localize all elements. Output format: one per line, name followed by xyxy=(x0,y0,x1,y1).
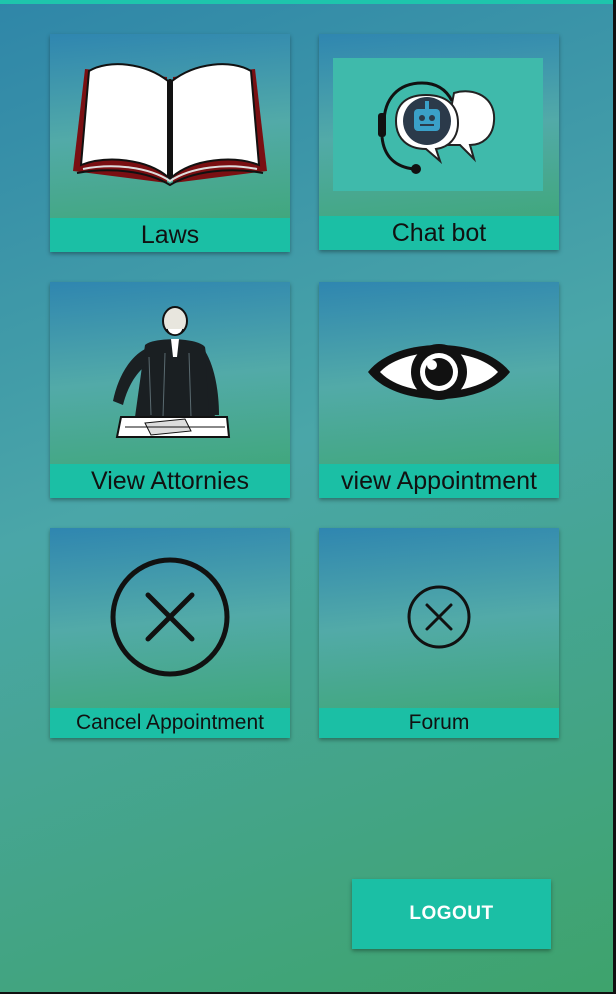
laws-label: Laws xyxy=(50,218,290,252)
cancel-appointment-label: Cancel Appointment xyxy=(50,708,290,738)
forum-label: Forum xyxy=(319,708,559,738)
chatbot-tile[interactable]: Chat bot xyxy=(319,34,559,250)
chatbot-label: Chat bot xyxy=(319,216,559,250)
view-appointment-label: view Appointment xyxy=(319,464,559,498)
book-icon xyxy=(50,34,290,214)
chatbot-icon xyxy=(319,34,559,214)
cancel-icon xyxy=(50,528,290,706)
attorneys-label: View Attornies xyxy=(50,464,290,498)
attorneys-tile[interactable]: View Attornies xyxy=(50,282,290,498)
status-accent-bar xyxy=(0,0,616,4)
laws-tile[interactable]: Laws xyxy=(50,34,290,252)
eye-icon xyxy=(319,282,559,462)
cancel-appointment-tile[interactable]: Cancel Appointment xyxy=(50,528,290,738)
logout-button[interactable]: LOGOUT xyxy=(352,879,551,949)
attorney-icon xyxy=(50,282,290,462)
view-appointment-tile[interactable]: view Appointment xyxy=(319,282,559,498)
forum-tile[interactable]: Forum xyxy=(319,528,559,738)
forum-cancel-icon xyxy=(319,528,559,706)
